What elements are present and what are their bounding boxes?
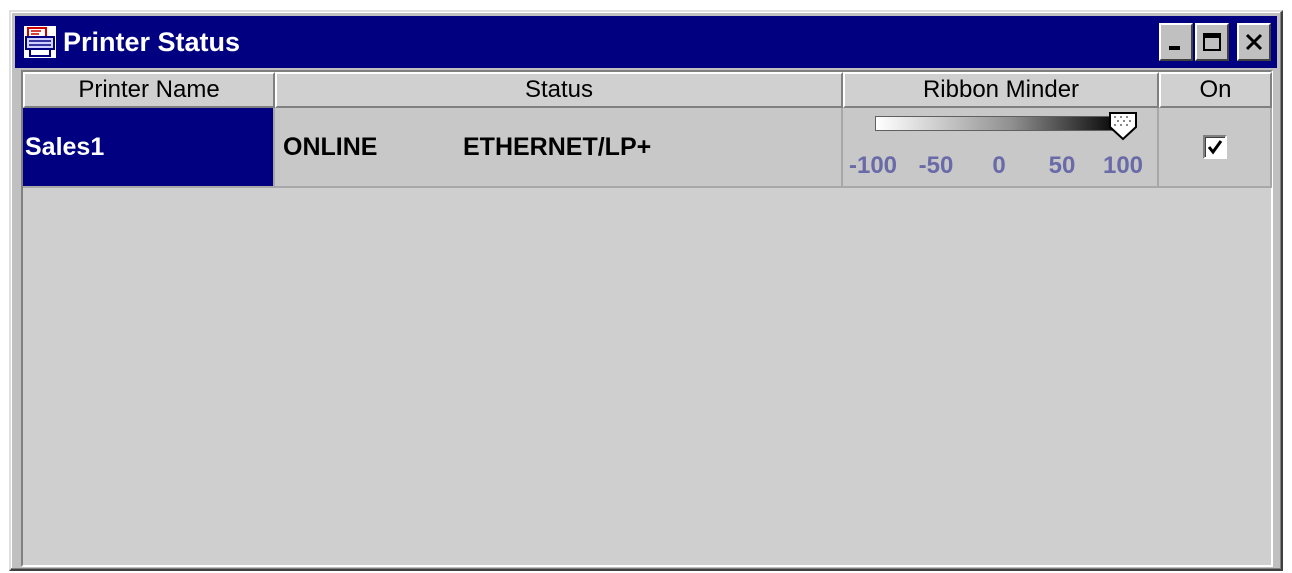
column-header-printer-name[interactable]: Printer Name (23, 72, 275, 108)
minimize-icon (1169, 46, 1180, 50)
ribbon-minder-slider-thumb[interactable] (1108, 111, 1138, 148)
close-button[interactable] (1237, 23, 1271, 61)
tick-label-50: 50 (1048, 152, 1076, 179)
check-icon (1207, 140, 1222, 155)
printer-icon[interactable] (21, 23, 59, 61)
printer-name-cell[interactable]: Sales1 (23, 108, 275, 186)
slider-tick-labels: -100 -50 0 50 100 (843, 152, 1159, 182)
title-bar[interactable]: Printer Status (15, 16, 1277, 68)
table-row[interactable]: Sales1 ONLINE ETHERNET/LP+ -100 -50 0 50… (23, 108, 1272, 188)
tick-label-neg50: -50 (918, 152, 954, 179)
maximize-button[interactable] (1195, 23, 1229, 61)
printer-table: Printer Name Status Ribbon Minder On Sal… (21, 70, 1273, 567)
window-title: Printer Status (63, 26, 241, 57)
status-cell[interactable]: ONLINE ETHERNET/LP+ (275, 108, 843, 186)
maximize-icon (1203, 33, 1221, 51)
on-checkbox[interactable] (1202, 135, 1227, 159)
status-text: ONLINE (283, 132, 378, 161)
tick-label-neg100: -100 (848, 152, 898, 179)
table-header: Printer Name Status Ribbon Minder On (23, 72, 1272, 108)
close-icon (1245, 33, 1263, 51)
column-header-status[interactable]: Status (275, 72, 843, 108)
printer-name: Sales1 (25, 132, 105, 161)
minimize-button[interactable] (1159, 23, 1193, 61)
column-header-on[interactable]: On (1159, 72, 1272, 108)
column-header-ribbon-minder[interactable]: Ribbon Minder (843, 72, 1159, 108)
tick-label-100: 100 (1102, 152, 1144, 179)
on-cell[interactable] (1159, 108, 1272, 186)
ribbon-minder-slider-track[interactable] (875, 116, 1123, 131)
ribbon-minder-cell[interactable]: -100 -50 0 50 100 (843, 108, 1159, 186)
tick-label-0: 0 (992, 152, 1006, 179)
connection-text: ETHERNET/LP+ (463, 132, 652, 161)
printer-status-window: Printer Status Printer Name Status Ribbo… (9, 10, 1283, 571)
